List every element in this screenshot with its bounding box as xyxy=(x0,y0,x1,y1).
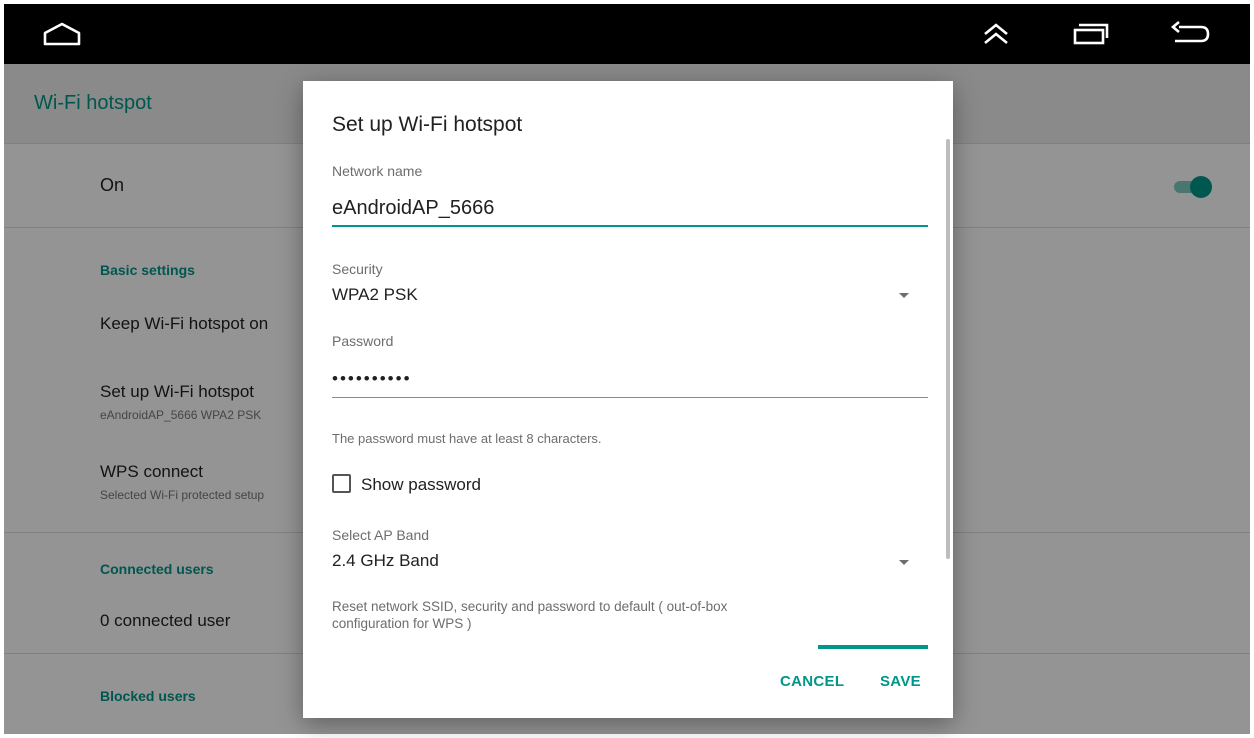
setup-hotspot-dialog: Set up Wi-Fi hotspot Network name eAndro… xyxy=(303,81,953,718)
reset-text-line-2[interactable]: configuration for WPS ) xyxy=(332,616,472,631)
password-label: Password xyxy=(332,333,394,349)
show-password-label[interactable]: Show password xyxy=(361,475,481,495)
save-button[interactable]: SAVE xyxy=(880,673,921,690)
security-select[interactable]: WPA2 PSK xyxy=(332,285,418,305)
reset-text-line-1[interactable]: Reset network SSID, security and passwor… xyxy=(332,599,727,614)
dialog-title: Set up Wi-Fi hotspot xyxy=(332,113,523,136)
network-name-field[interactable]: eAndroidAP_5666 xyxy=(332,197,494,220)
password-hint: The password must have at least 8 charac… xyxy=(332,431,602,446)
expand-up-button[interactable] xyxy=(966,4,1026,64)
security-label: Security xyxy=(332,261,383,277)
home-icon xyxy=(43,22,81,46)
ap-band-label: Select AP Band xyxy=(332,527,430,543)
back-button[interactable] xyxy=(1160,4,1220,64)
password-underline xyxy=(332,397,928,398)
progress-indicator xyxy=(818,645,928,649)
chevron-down-icon[interactable] xyxy=(899,560,909,565)
network-name-underline xyxy=(332,225,928,227)
cancel-button[interactable]: CANCEL xyxy=(780,673,844,690)
back-icon xyxy=(1170,21,1210,43)
home-button[interactable] xyxy=(32,4,92,64)
navigation-bar xyxy=(4,4,1250,64)
network-name-label: Network name xyxy=(332,163,423,179)
show-password-checkbox[interactable] xyxy=(332,474,351,493)
recents-icon xyxy=(1073,23,1109,45)
dialog-scrollbar[interactable] xyxy=(946,139,950,559)
recents-button[interactable] xyxy=(1060,4,1120,64)
password-field[interactable]: •••••••••• xyxy=(332,369,412,389)
chevron-down-icon[interactable] xyxy=(899,293,909,298)
double-chevron-up-icon xyxy=(984,23,1008,45)
ap-band-select[interactable]: 2.4 GHz Band xyxy=(332,551,439,571)
